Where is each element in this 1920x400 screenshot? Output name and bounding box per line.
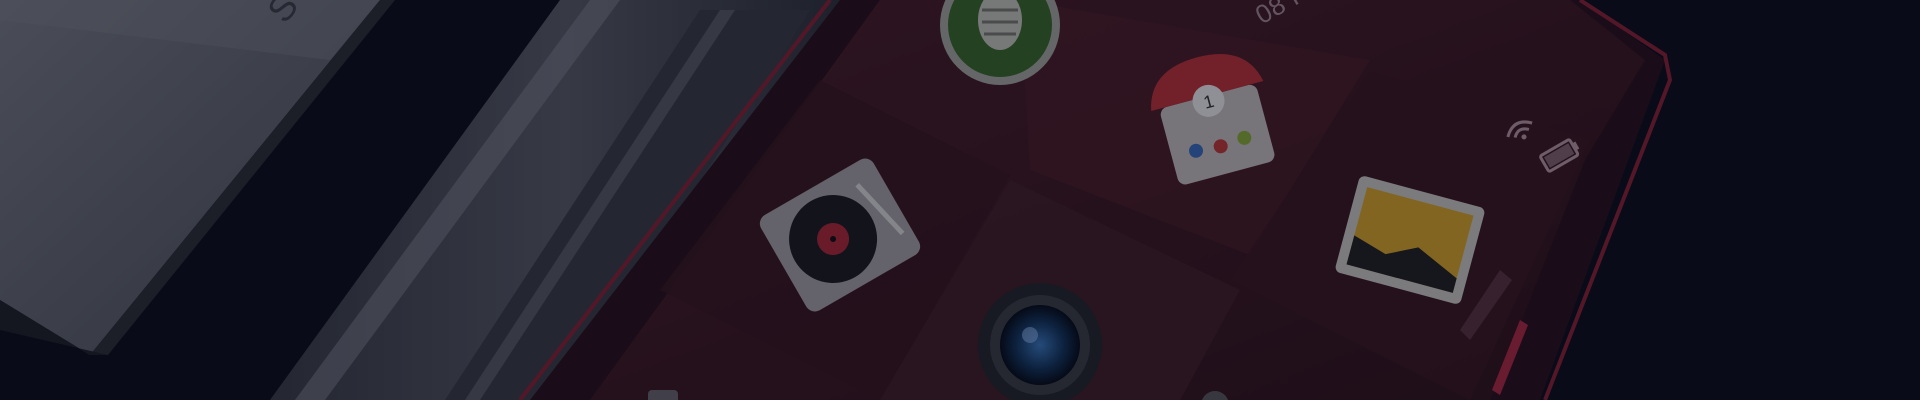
photo-canvas: 1 S bbox=[0, 0, 1673, 400]
box-lid bbox=[0, 0, 395, 355]
partial-app-icon bbox=[648, 390, 678, 400]
product-photo: 1 S bbox=[0, 0, 1920, 400]
